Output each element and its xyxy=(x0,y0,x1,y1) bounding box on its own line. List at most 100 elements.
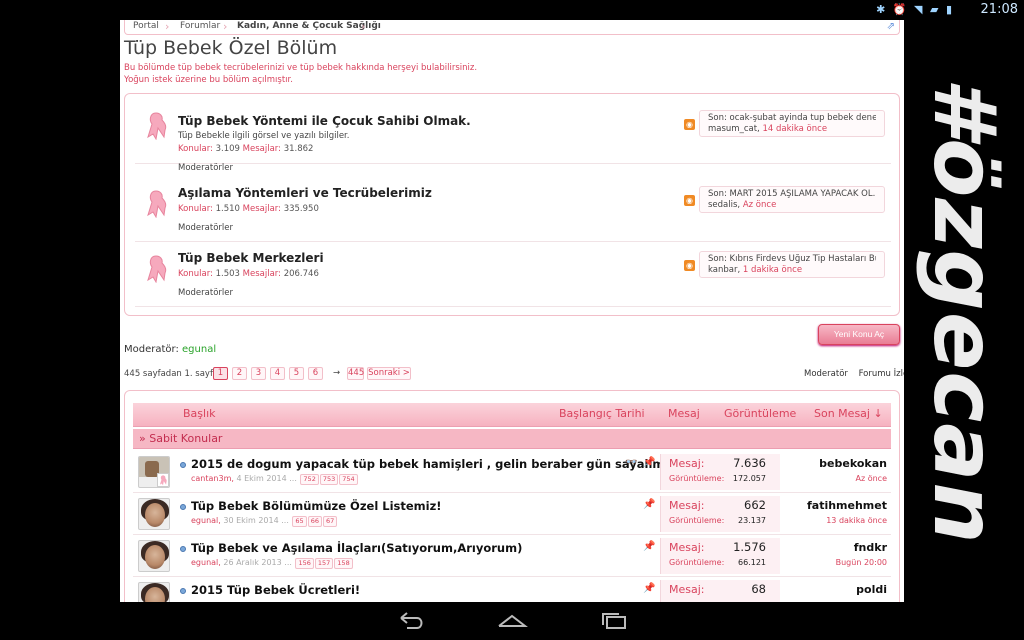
follow-forum-link[interactable]: Forumu İzle xyxy=(859,369,909,379)
moderator-tools-link[interactable]: Moderatör xyxy=(804,369,848,379)
pagination-text: 445 sayfadan 1. sayfa xyxy=(124,369,219,379)
topics-label: Konular: xyxy=(178,204,213,214)
rss-icon[interactable]: ◉ xyxy=(684,260,695,271)
last-poster[interactable]: poldi xyxy=(856,583,887,596)
subforum-title[interactable]: Tüp Bebek Yöntemi ile Çocuk Sahibi Olmak… xyxy=(178,114,471,128)
last-post-user[interactable]: sedalis, xyxy=(708,200,740,210)
last-poster[interactable]: fndkr xyxy=(854,541,887,554)
last-post-title[interactable]: Son: MART 2015 AŞILAMA YAPACAK OL... xyxy=(708,189,876,200)
pagination-arrow-icon[interactable]: → xyxy=(333,368,340,378)
breadcrumb: Portal › Forumlar › Kadın, Anne & Çocuk … xyxy=(124,20,900,35)
column-messages[interactable]: Mesaj xyxy=(668,407,700,420)
column-title[interactable]: Başlık xyxy=(183,407,216,420)
page-link[interactable]: 6 xyxy=(308,367,323,380)
thread-title[interactable]: Tüp Bebek Bölümümüze Özel Listemiz! xyxy=(191,499,442,513)
thread-date: 4 Ekim 2014 ... xyxy=(236,474,297,483)
thread-page-link[interactable]: 66 xyxy=(307,516,322,527)
subforum-item[interactable]: Aşılama Yöntemleri ve Tecrübelerimiz Kon… xyxy=(135,178,891,242)
avatar[interactable] xyxy=(138,456,170,488)
avatar[interactable] xyxy=(138,498,170,530)
forum-moderator: Moderatör: egunal xyxy=(124,344,216,355)
subforum-stats: Konular: 3.109 Mesajlar: 31.862 xyxy=(178,144,313,154)
next-page-button[interactable]: Sonraki > xyxy=(367,367,411,380)
thread-meta: egunal, 26 Aralık 2013 ... 156 157 158 xyxy=(191,558,353,569)
thread-status-icon xyxy=(180,462,186,468)
thread-page-link[interactable]: 158 xyxy=(334,558,353,569)
moderator-name[interactable]: egunal xyxy=(182,344,216,355)
breadcrumb-category[interactable]: Kadın, Anne & Çocuk Sağlığı xyxy=(237,21,381,31)
page-link-last[interactable]: 445 xyxy=(347,367,364,380)
table-row[interactable]: 2015 de dogum yapacak tüp bebek hamişler… xyxy=(133,451,891,493)
subforum-title[interactable]: Tüp Bebek Merkezleri xyxy=(178,251,324,265)
thread-author[interactable]: cantan3m, xyxy=(191,474,234,483)
thread-title[interactable]: Tüp Bebek ve Aşılama İlaçları(Satıyorum,… xyxy=(191,541,522,555)
last-post-time[interactable]: Az önce xyxy=(856,474,888,483)
last-poster[interactable]: bebekokan xyxy=(819,457,887,470)
subforum-item[interactable]: Tüp Bebek Merkezleri Konular: 1.503 Mesa… xyxy=(135,243,891,307)
column-start-date[interactable]: Başlangıç Tarihi xyxy=(559,407,645,420)
home-icon[interactable] xyxy=(495,610,529,632)
thread-author[interactable]: egunal, xyxy=(191,516,221,525)
pin-icon: 📌 xyxy=(643,541,656,552)
page-title: Tüp Bebek Özel Bölüm xyxy=(124,37,338,59)
topics-count: 3.109 xyxy=(215,144,240,154)
thread-page-link[interactable]: 157 xyxy=(314,558,334,569)
thread-page-link[interactable]: 67 xyxy=(322,516,338,527)
thread-author[interactable]: egunal, xyxy=(191,558,221,567)
table-row[interactable]: Tüp Bebek ve Aşılama İlaçları(Satıyorum,… xyxy=(133,535,891,577)
subforum-item[interactable]: Tüp Bebek Yöntemi ile Çocuk Sahibi Olmak… xyxy=(135,100,891,173)
navigation-bar xyxy=(0,602,1024,640)
moderators-link[interactable]: Moderatörler xyxy=(178,288,233,298)
last-post-user[interactable]: masum_cat, xyxy=(708,124,760,134)
thread-title[interactable]: 2015 Tüp Bebek Ücretleri! xyxy=(191,583,360,597)
back-icon[interactable] xyxy=(393,610,427,632)
column-views[interactable]: Görüntüleme xyxy=(724,407,796,420)
avatar[interactable] xyxy=(138,540,170,572)
views-label: Görüntüleme: xyxy=(669,558,725,567)
breadcrumb-portal[interactable]: Portal xyxy=(133,21,159,31)
rss-icon[interactable]: ◉ xyxy=(684,119,695,130)
last-post-time[interactable]: 13 dakika önce xyxy=(826,516,887,525)
topics-label: Konular: xyxy=(178,269,213,279)
thread-page-link[interactable]: 754 xyxy=(339,474,358,485)
thread-title[interactable]: 2015 de dogum yapacak tüp bebek hamişler… xyxy=(191,457,664,471)
thread-status-icon xyxy=(180,504,186,510)
last-post-box[interactable]: Son: ocak-şubat ayinda tup bebek deney..… xyxy=(699,110,885,137)
page-link-current[interactable]: 1 xyxy=(213,367,228,380)
thread-stats: Mesaj: 1.576 Görüntüleme: 66.121 xyxy=(660,538,780,574)
last-poster[interactable]: fatihmehmet xyxy=(807,499,887,512)
messages-label: Mesajlar: xyxy=(242,204,281,214)
subforum-title[interactable]: Aşılama Yöntemleri ve Tecrübelerimiz xyxy=(178,186,432,200)
page-link[interactable]: 2 xyxy=(232,367,247,380)
subforum-description: Tüp Bebekle ilgili görsel ve yazılı bilg… xyxy=(178,131,350,141)
rss-icon[interactable]: ◉ xyxy=(684,195,695,206)
thread-page-link[interactable]: 156 xyxy=(295,558,314,569)
moderators-link[interactable]: Moderatörler xyxy=(178,163,233,173)
moderators-link[interactable]: Moderatörler xyxy=(178,223,233,233)
recent-apps-icon[interactable] xyxy=(597,610,631,632)
page-link[interactable]: 4 xyxy=(270,367,285,380)
last-post-title[interactable]: Son: ocak-şubat ayinda tup bebek deney..… xyxy=(708,113,876,124)
page-link[interactable]: 3 xyxy=(251,367,266,380)
thread-page-link[interactable]: 65 xyxy=(292,516,307,527)
column-last-message[interactable]: Son Mesaj ↓ xyxy=(814,407,883,420)
alarm-icon: ⏰ xyxy=(892,3,909,16)
last-post-box[interactable]: Son: MART 2015 AŞILAMA YAPACAK OL... sed… xyxy=(699,186,885,213)
forum-tools: Moderatör Forumu İzle xyxy=(804,369,916,379)
last-post-time[interactable]: Bugün 20:00 xyxy=(836,558,887,567)
new-topic-button[interactable]: Yeni Konu Aç xyxy=(818,324,900,345)
last-post-user[interactable]: kanbar, xyxy=(708,265,740,275)
last-post-box[interactable]: Son: Kıbrıs Firdevs Uğuz Tip Hastaları B… xyxy=(699,251,885,278)
external-link-icon[interactable]: ⇗ xyxy=(887,21,895,32)
breadcrumb-separator: › xyxy=(223,20,228,33)
last-post-title[interactable]: Son: Kıbrıs Firdevs Uğuz Tip Hastaları B… xyxy=(708,254,876,265)
thread-stats: Mesaj: 662 Görüntüleme: 23.137 xyxy=(660,496,780,532)
pin-icon: 📌 xyxy=(643,583,656,594)
status-time: 21:08 xyxy=(980,2,1018,17)
table-row[interactable]: Tüp Bebek Bölümümüze Özel Listemiz! egun… xyxy=(133,493,891,535)
thread-page-link[interactable]: 753 xyxy=(319,474,339,485)
breadcrumb-forums[interactable]: Forumlar xyxy=(180,21,220,31)
thread-page-link[interactable]: 752 xyxy=(300,474,319,485)
views-count: 23.137 xyxy=(738,516,766,525)
page-link[interactable]: 5 xyxy=(289,367,304,380)
